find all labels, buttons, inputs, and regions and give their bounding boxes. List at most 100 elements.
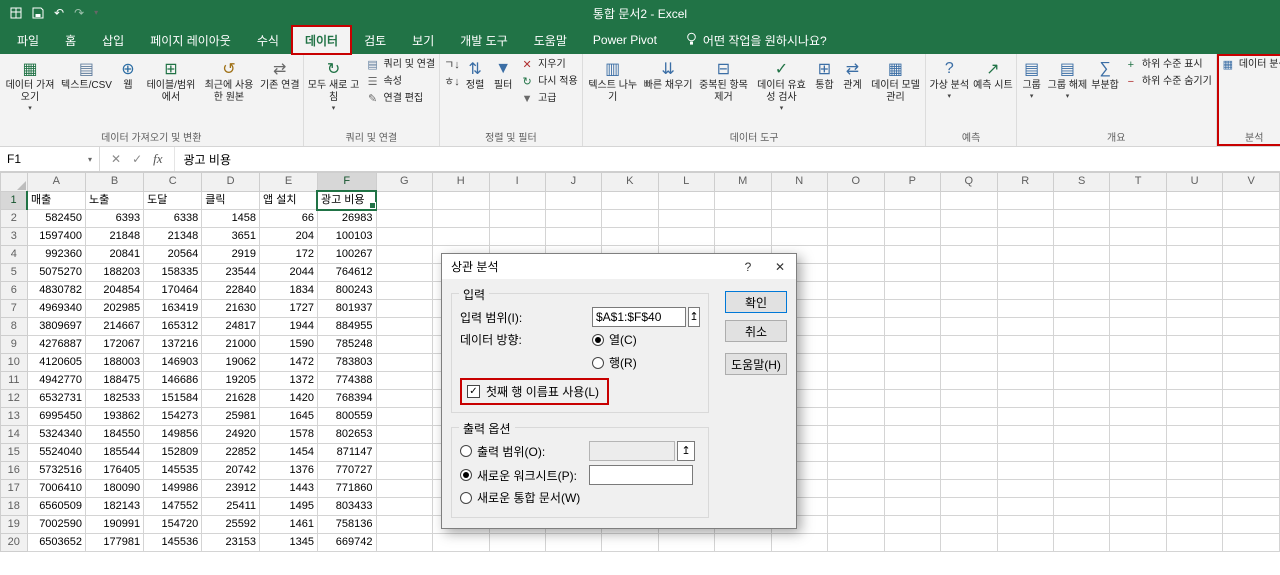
existing-connections-button[interactable]: ⇄ 기존 연결 (258, 55, 302, 131)
ribbon-tab-formulas[interactable]: 수식 (244, 26, 292, 54)
cell-I1[interactable] (488, 190, 546, 210)
cell-D20[interactable]: 23153 (201, 533, 261, 552)
cell-P8[interactable] (883, 317, 941, 336)
cell-S13[interactable] (1052, 407, 1111, 426)
cell-Q2[interactable] (939, 209, 998, 228)
cell-D7[interactable]: 21630 (201, 299, 261, 318)
cell-P14[interactable] (883, 425, 941, 444)
cell-A8[interactable]: 3809697 (26, 317, 87, 336)
cell-A3[interactable]: 1597400 (26, 227, 87, 246)
sort-ascending-button[interactable]: ㄱ↓ (444, 59, 460, 71)
cell-V18[interactable] (1222, 497, 1280, 516)
cell-Q5[interactable] (939, 263, 998, 282)
column-header-E[interactable]: E (259, 172, 318, 192)
cell-V16[interactable] (1222, 461, 1280, 480)
cell-Q14[interactable] (939, 425, 998, 444)
advanced-filter-button[interactable]: ▼ 고급 (520, 93, 578, 105)
cell-A9[interactable]: 4276887 (26, 335, 87, 354)
cell-B17[interactable]: 180090 (85, 479, 145, 498)
cell-V8[interactable] (1222, 317, 1280, 336)
cell-A1[interactable]: 매출 (26, 190, 87, 210)
cell-P6[interactable] (883, 281, 941, 300)
cell-D16[interactable]: 20742 (201, 461, 261, 480)
radio-columns-control[interactable] (592, 333, 604, 346)
redo-button[interactable]: ↷ (74, 7, 84, 19)
cell-O7[interactable] (826, 299, 885, 318)
new-worksheet-field[interactable] (589, 465, 693, 485)
cell-Q17[interactable] (939, 479, 998, 498)
cell-G7[interactable] (375, 299, 434, 318)
cell-J1[interactable] (544, 190, 603, 210)
radio-rows-control[interactable] (592, 356, 604, 369)
cell-P13[interactable] (883, 407, 941, 426)
cell-S20[interactable] (1052, 533, 1111, 552)
column-header-T[interactable]: T (1109, 172, 1167, 192)
cell-P17[interactable] (883, 479, 941, 498)
cell-Q4[interactable] (939, 245, 998, 264)
name-box-dropdown-icon[interactable]: ▾ (88, 155, 92, 164)
cell-A4[interactable]: 992360 (26, 245, 87, 264)
row-header-5[interactable]: 5 (0, 263, 28, 282)
row-header-11[interactable]: 11 (0, 371, 28, 390)
cell-R8[interactable] (996, 317, 1054, 336)
cell-B18[interactable]: 182143 (85, 497, 145, 516)
sort-button[interactable]: ⇅ 정렬 (461, 55, 489, 131)
cell-R17[interactable] (996, 479, 1054, 498)
cell-O13[interactable] (826, 407, 885, 426)
cell-V14[interactable] (1222, 425, 1280, 444)
cell-Q15[interactable] (939, 443, 998, 462)
cell-E14[interactable]: 1578 (259, 425, 318, 444)
radio-output-range-control[interactable] (460, 445, 472, 457)
cell-O16[interactable] (826, 461, 885, 480)
cell-T3[interactable] (1109, 227, 1167, 246)
cell-Q18[interactable] (939, 497, 998, 516)
cell-C5[interactable]: 158335 (143, 263, 203, 282)
cell-S7[interactable] (1052, 299, 1111, 318)
cell-B16[interactable]: 176405 (85, 461, 145, 480)
cell-U8[interactable] (1165, 317, 1224, 336)
row-header-1[interactable]: 1 (0, 190, 29, 210)
cell-P16[interactable] (883, 461, 941, 480)
cell-C16[interactable]: 145535 (143, 461, 203, 480)
cell-C9[interactable]: 137216 (143, 335, 203, 354)
cell-R9[interactable] (996, 335, 1054, 354)
row-header-7[interactable]: 7 (0, 299, 28, 318)
cell-G5[interactable] (375, 263, 434, 282)
cell-T5[interactable] (1109, 263, 1167, 282)
cell-D18[interactable]: 25411 (201, 497, 261, 516)
cell-V5[interactable] (1222, 263, 1280, 282)
output-range-field[interactable] (589, 441, 675, 461)
cell-S15[interactable] (1052, 443, 1111, 462)
cell-R19[interactable] (996, 515, 1054, 534)
cell-U12[interactable] (1165, 389, 1224, 408)
cell-G16[interactable] (375, 461, 434, 480)
row-header-6[interactable]: 6 (0, 281, 28, 300)
cell-T20[interactable] (1109, 533, 1167, 552)
cell-A17[interactable]: 7006410 (26, 479, 87, 498)
cell-T18[interactable] (1109, 497, 1167, 516)
cell-E11[interactable]: 1372 (259, 371, 318, 390)
from-table-range-button[interactable]: ⊞ 테이블/범위에서 (142, 55, 200, 131)
cell-E8[interactable]: 1944 (259, 317, 318, 336)
cell-R13[interactable] (996, 407, 1054, 426)
cell-B7[interactable]: 202985 (85, 299, 145, 318)
cell-G3[interactable] (375, 227, 434, 246)
cell-B15[interactable]: 185544 (85, 443, 145, 462)
cell-N20[interactable] (770, 533, 828, 552)
from-web-button[interactable]: ⊕ 웹 (114, 55, 142, 131)
cell-D14[interactable]: 24920 (201, 425, 261, 444)
cell-A10[interactable]: 4120605 (26, 353, 87, 372)
cell-M20[interactable] (713, 533, 772, 552)
customize-qat-button[interactable]: ▾ (94, 9, 98, 17)
row-header-3[interactable]: 3 (0, 227, 28, 246)
column-header-S[interactable]: S (1052, 172, 1111, 192)
cell-A14[interactable]: 5324340 (26, 425, 87, 444)
cell-A7[interactable]: 4969340 (26, 299, 87, 318)
row-header-4[interactable]: 4 (0, 245, 28, 264)
cell-R12[interactable] (996, 389, 1054, 408)
row-header-12[interactable]: 12 (0, 389, 28, 408)
cell-S10[interactable] (1052, 353, 1111, 372)
cell-T12[interactable] (1109, 389, 1167, 408)
cell-T6[interactable] (1109, 281, 1167, 300)
cell-O12[interactable] (826, 389, 885, 408)
